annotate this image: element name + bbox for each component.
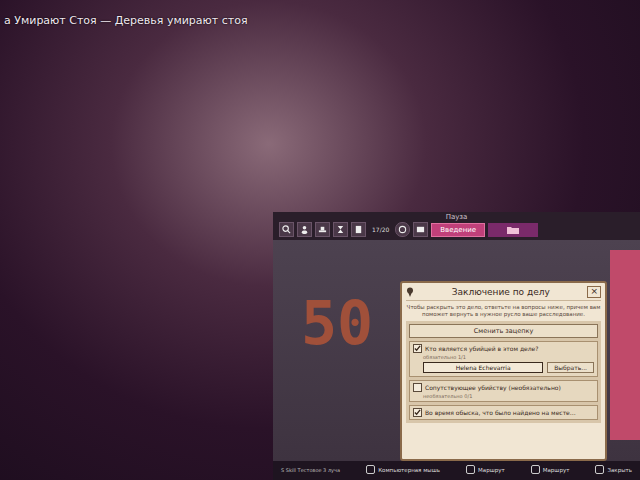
key-icon (531, 465, 540, 474)
time-counter: 17/20 (369, 226, 392, 233)
dialog-intro: Чтобы раскрыть это дело, ответьте на воп… (406, 304, 601, 318)
ticker-text: а Умирают Стоя — Деревья умирают стоя (4, 14, 248, 27)
game-header: Пауза 17/20 Введение (273, 212, 640, 240)
key-icon (366, 465, 375, 474)
key-icon (466, 465, 475, 474)
bottom-item[interactable]: Маршрут (531, 465, 570, 474)
case-dialog: Заключение по делу × Чтобы раскрыть это де… (400, 281, 607, 461)
stream-screen: а Умирают Стоя — Деревья умирают стоя Пау… (0, 0, 640, 480)
question-row: Кто является убийцей в этом деле? обязате… (409, 341, 598, 377)
bottom-bar: S Skill Тестовое 3 луча Компьютерная мышь… (273, 461, 640, 480)
game-scene: 50 Заключение по делу × Чтобы раскрыть это … (273, 240, 640, 461)
notes-icon[interactable] (413, 222, 428, 237)
dialog-body: Сменить зацепку Кто является убийцей в эт… (406, 321, 601, 423)
scene-sign: 50 (301, 288, 373, 358)
question-checkbox[interactable] (413, 344, 422, 353)
person-icon[interactable] (297, 222, 312, 237)
question-checkbox[interactable] (413, 408, 422, 417)
question-text: Во время обыска, что было найдено на мес… (425, 409, 576, 416)
close-button[interactable]: × (587, 286, 601, 298)
folder-icon (506, 225, 520, 235)
document-icon[interactable] (351, 222, 366, 237)
game-title: Пауза (279, 213, 634, 221)
bottom-item[interactable]: Компьютерная мышь (366, 465, 440, 474)
toolbar: 17/20 Введение (279, 222, 634, 237)
change-clue-button[interactable]: Сменить зацепку (409, 324, 598, 338)
question-text: Кто является убийцей в этом деле? (425, 345, 538, 352)
choose-button[interactable]: Выбрать... (547, 362, 594, 373)
dialog-header: Заключение по делу × (406, 286, 601, 301)
record-icon[interactable] (395, 222, 410, 237)
question-checkbox[interactable] (413, 383, 422, 392)
dialog-title: Заключение по делу (418, 287, 583, 297)
key-icon (595, 465, 604, 474)
folder-button[interactable] (488, 223, 538, 237)
game-window: Пауза 17/20 Введение 50 Заключение по делу × Ч… (273, 212, 640, 480)
pin-icon (406, 287, 414, 297)
question-note: необязательно 0/1 (413, 393, 594, 399)
bottom-item[interactable]: Маршрут (466, 465, 505, 474)
answer-field[interactable]: Helena Echevarria (423, 362, 543, 373)
search-icon[interactable] (279, 222, 294, 237)
footer-text: S Skill Тестовое 3 луча (281, 467, 340, 473)
intro-tab[interactable]: Введение (431, 223, 485, 237)
question-row: Сопутствующее убийству (необязательно) не… (409, 380, 598, 402)
bottom-item[interactable]: Закрыть (595, 465, 632, 474)
question-text: Сопутствующее убийству (необязательно) (425, 384, 561, 391)
hourglass-icon[interactable] (333, 222, 348, 237)
side-strip (610, 250, 640, 440)
hat-icon[interactable] (315, 222, 330, 237)
question-row: Во время обыска, что было найдено на мес… (409, 405, 598, 420)
question-note: обязательно 1/1 (413, 354, 594, 360)
